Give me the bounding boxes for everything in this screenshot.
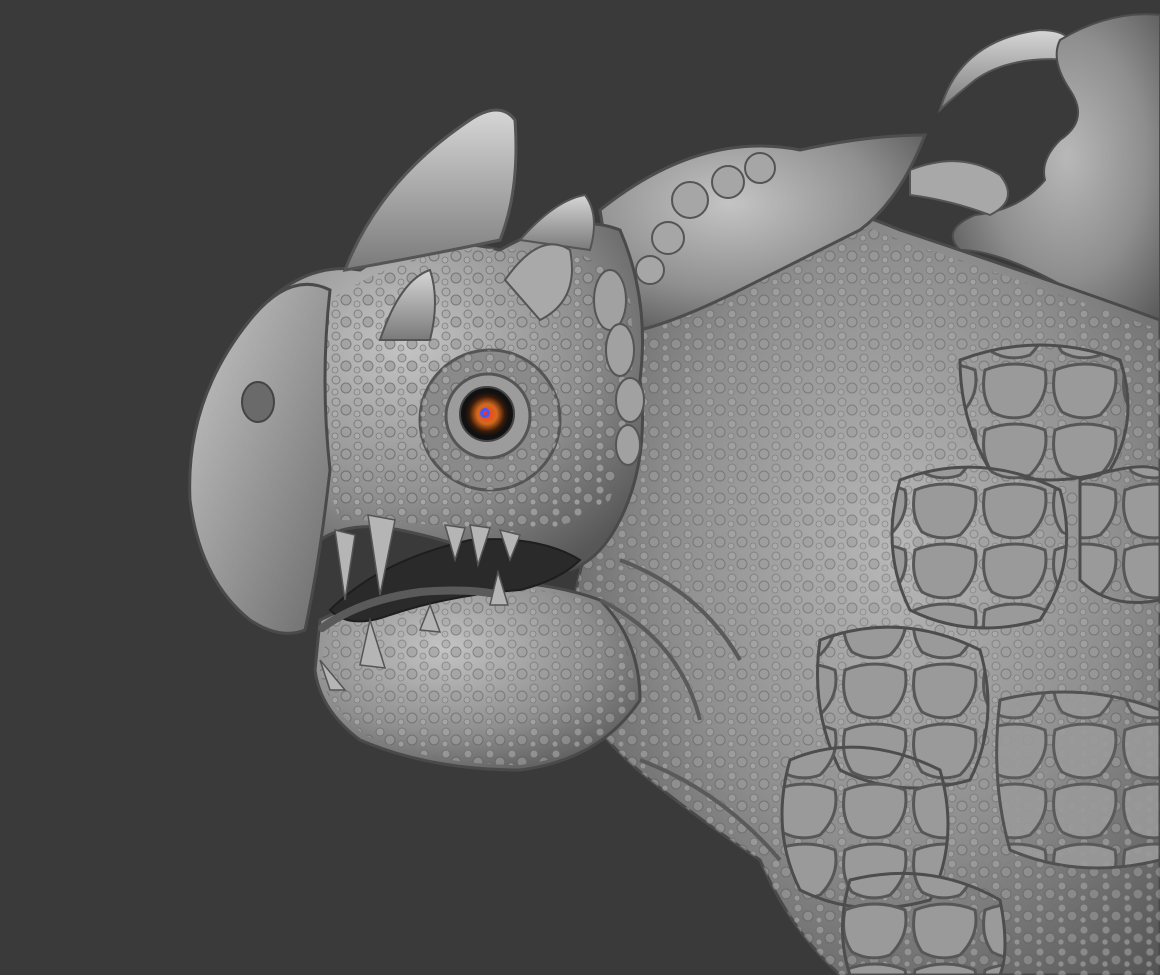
viewport [0,0,1160,975]
eye-icon [418,348,562,492]
creature-sculpt-render [0,0,1160,975]
nostril [241,381,275,423]
